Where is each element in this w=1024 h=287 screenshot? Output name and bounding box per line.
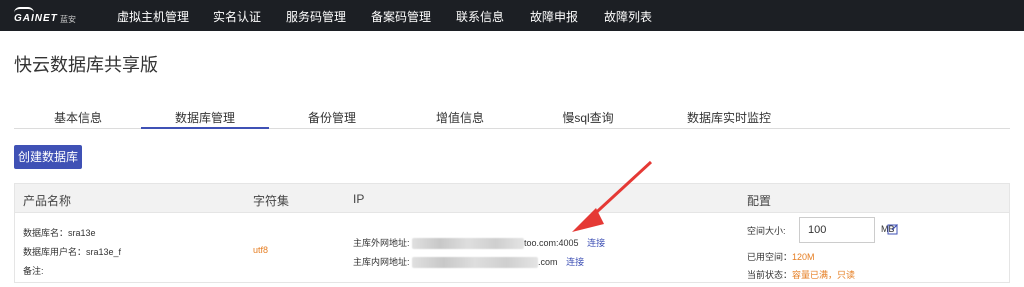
tab-db-management[interactable]: 数据库管理 (141, 109, 269, 129)
top-nav: GAINET 蓝安 虚拟主机管理 实名认证 服务码管理 备案码管理 联系信息 故… (0, 0, 1024, 31)
nav-realname-auth[interactable]: 实名认证 (213, 8, 261, 25)
space-size-label: 空间大小: (747, 226, 786, 236)
nav-fault-report[interactable]: 故障申报 (530, 8, 578, 25)
external-connect-link[interactable]: 连接 (587, 238, 605, 248)
page-title: 快云数据库共享版 (14, 55, 158, 75)
external-address-suffix: too.com:4005 (524, 238, 579, 248)
charset-value: utf8 (253, 245, 269, 255)
redacted-host (412, 257, 539, 269)
header-charset: 字符集 (253, 194, 290, 208)
gainet-logo[interactable]: GAINET 蓝安 (14, 7, 84, 25)
db-name: 数据库名：sra13e (23, 228, 96, 238)
database-table: 产品名称 字符集 IP 配置 数据库名：sra13e 数据库用户名：sra13e… (14, 183, 1010, 283)
table-header: 产品名称 字符集 IP 配置 (15, 184, 1009, 213)
external-address: 主库外网地址: too.com:4005 连接 (353, 236, 605, 250)
db-user: 数据库用户名：sra13e_f (23, 247, 122, 257)
nav-service-code[interactable]: 服务码管理 (286, 8, 346, 25)
used-space-value: 120M (792, 252, 815, 262)
current-status-value: 容量已满，只读 (792, 270, 856, 280)
logo-brand: GAINET (14, 13, 58, 24)
tab-slow-sql[interactable]: 慢sql查询 (524, 109, 652, 129)
header-product-name: 产品名称 (23, 194, 72, 208)
internal-connect-link[interactable]: 连接 (566, 257, 584, 267)
tab-basic-info[interactable]: 基本信息 (14, 109, 142, 129)
edit-icon[interactable] (887, 223, 899, 235)
nav-virtual-host[interactable]: 虚拟主机管理 (117, 8, 189, 25)
internal-address: 主库内网地址: .com 连接 (353, 255, 584, 269)
tab-backup[interactable]: 备份管理 (268, 109, 396, 129)
tab-value-added[interactable]: 增值信息 (396, 109, 524, 129)
nav-fault-list[interactable]: 故障列表 (604, 8, 652, 25)
internal-address-suffix: .com (538, 257, 558, 267)
external-address-label: 主库外网地址: (353, 238, 410, 248)
nav-filing-code[interactable]: 备案码管理 (371, 8, 431, 25)
used-space-label: 已用空间： (747, 252, 793, 262)
internal-address-label: 主库内网地址: (353, 257, 410, 267)
space-size-input[interactable] (799, 217, 875, 243)
tab-realtime-monitor[interactable]: 数据库实时监控 (665, 109, 793, 129)
header-config: 配置 (747, 194, 772, 208)
logo-brand-cn: 蓝安 (60, 15, 76, 24)
current-status-label: 当前状态： (747, 270, 793, 280)
tab-bar: 基本信息 数据库管理 备份管理 增值信息 慢sql查询 数据库实时监控 (14, 103, 1010, 129)
header-ip: IP (353, 192, 365, 206)
current-status: 当前状态：容量已满，只读 (747, 268, 855, 281)
nav-contact-info[interactable]: 联系信息 (456, 8, 504, 25)
db-note: 备注: (23, 266, 44, 276)
create-database-button[interactable]: 创建数据库 (14, 145, 82, 169)
used-space: 已用空间：120M (747, 250, 815, 263)
redacted-host (412, 238, 525, 250)
